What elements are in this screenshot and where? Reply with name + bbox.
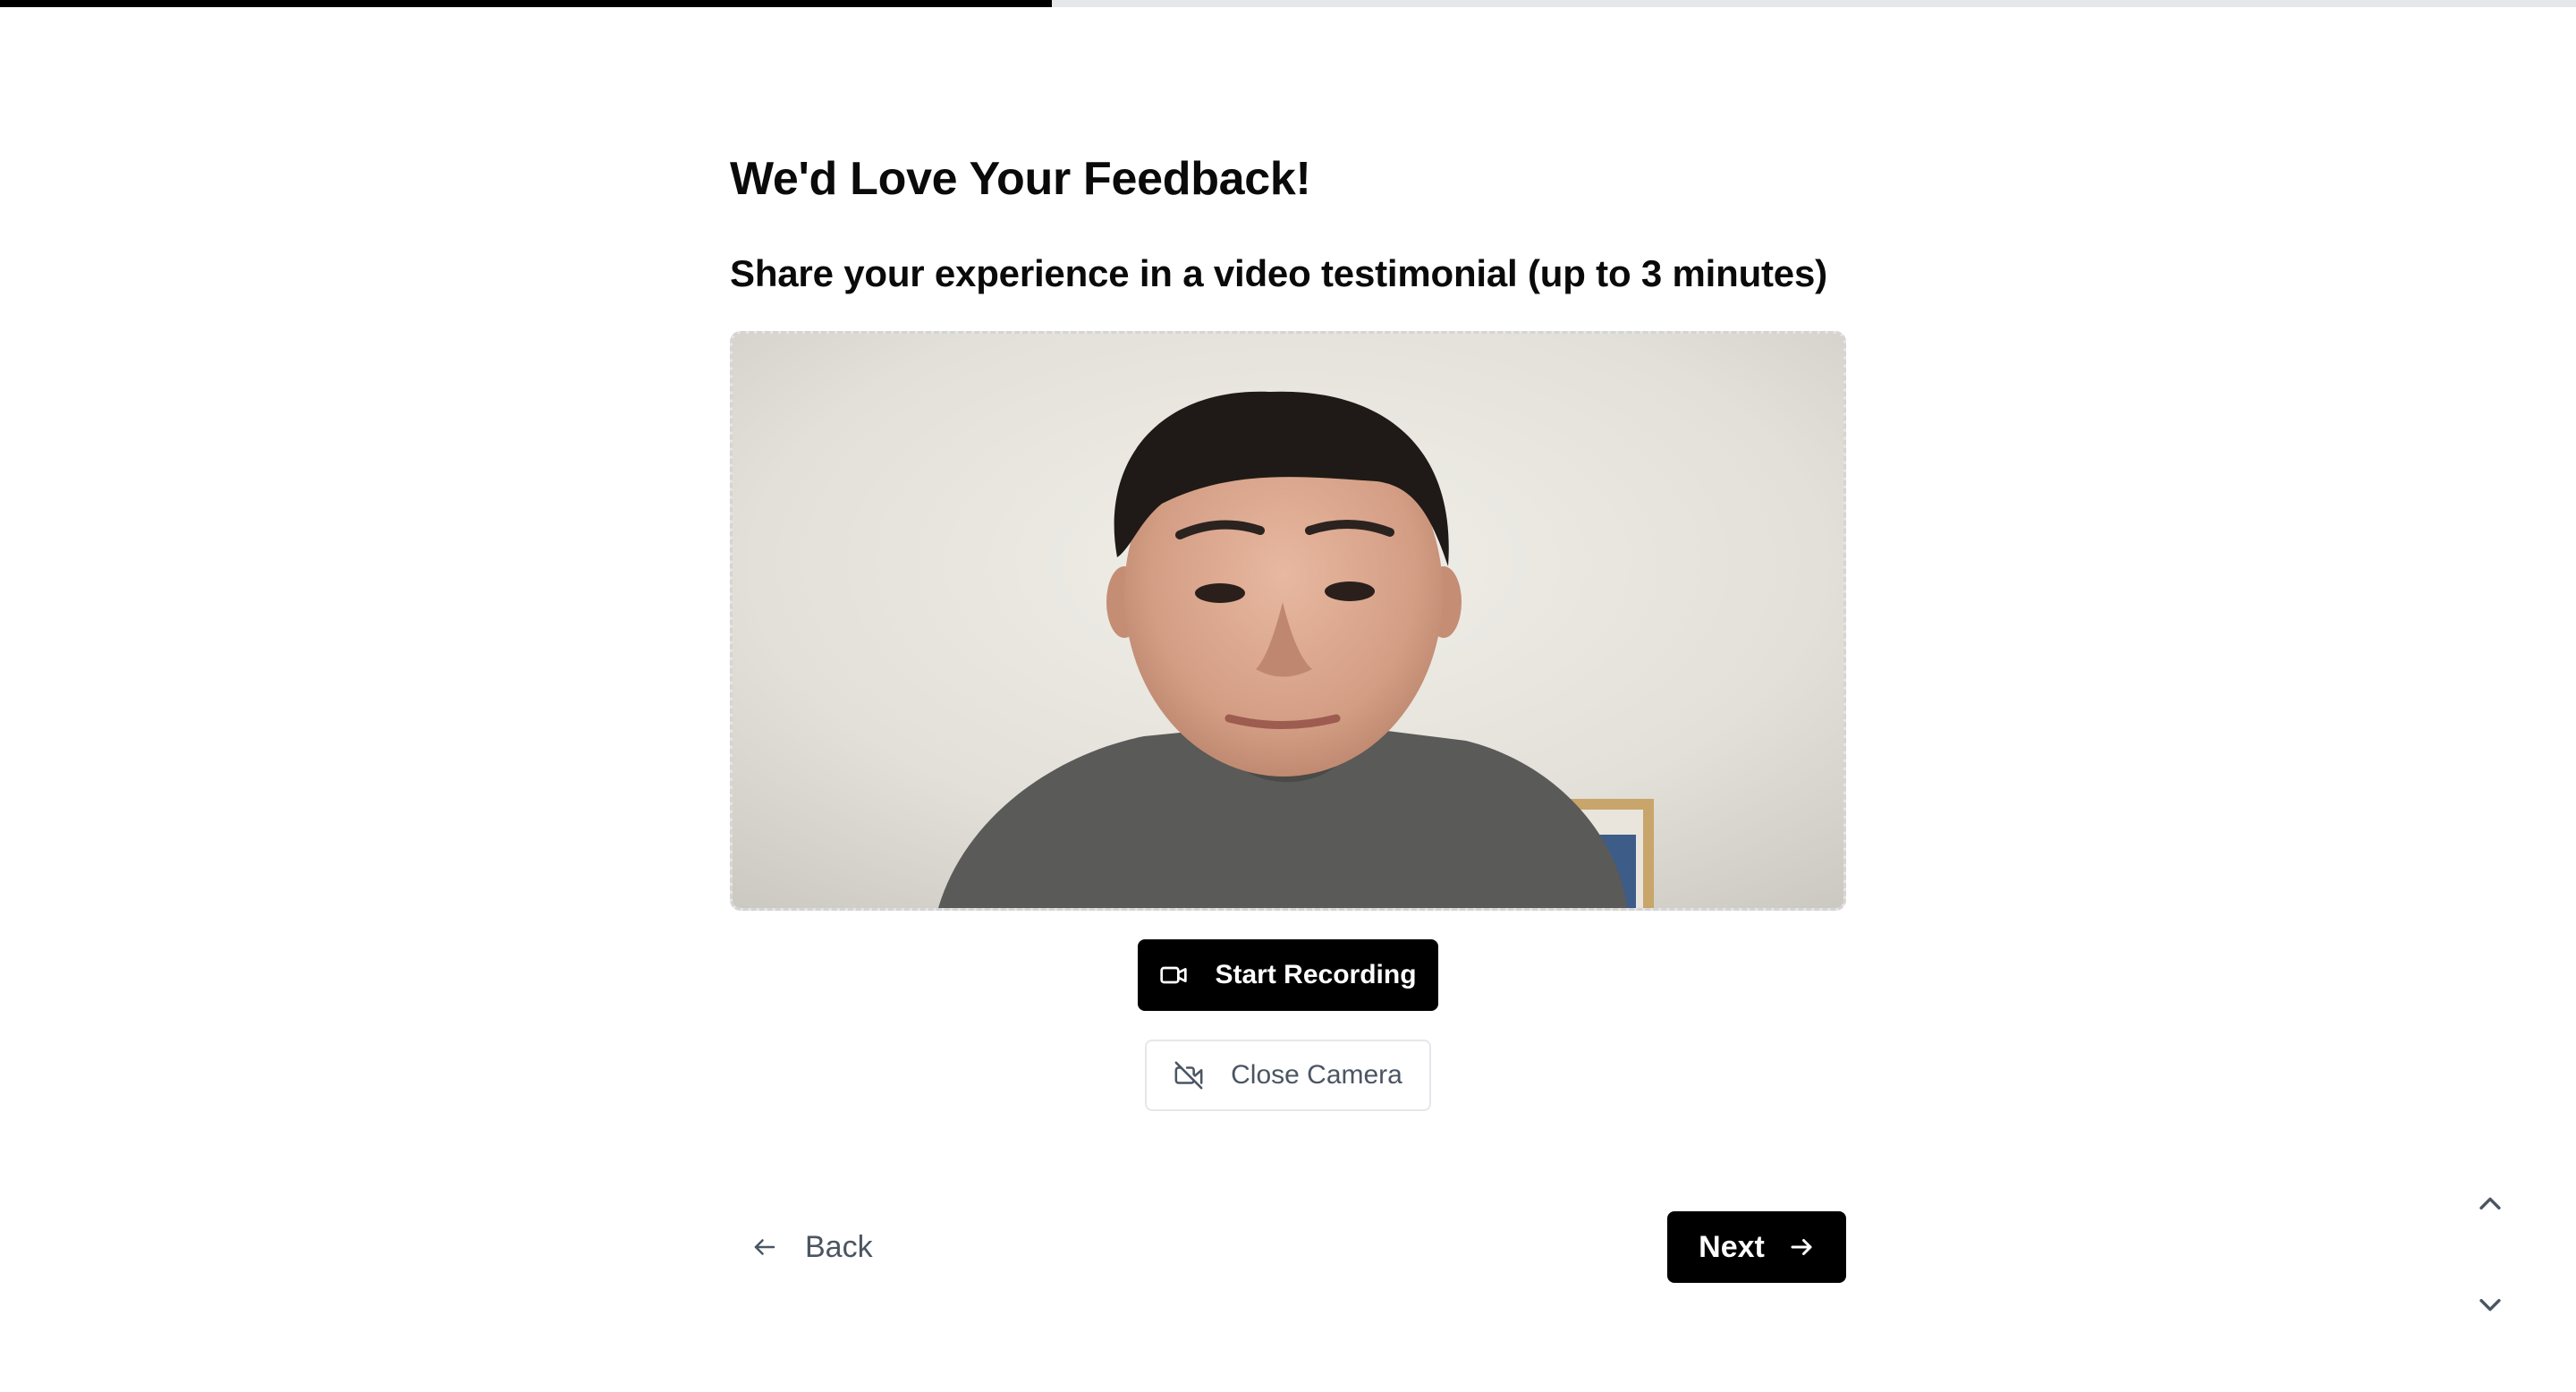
close-camera-label: Close Camera — [1231, 1060, 1402, 1090]
chevron-down-icon — [2475, 1289, 2505, 1324]
back-button[interactable]: Back — [751, 1213, 873, 1281]
start-recording-label: Start Recording — [1215, 960, 1417, 989]
video-camera-icon — [1159, 961, 1188, 989]
video-off-icon — [1174, 1060, 1204, 1091]
scroll-down-button[interactable] — [2469, 1285, 2512, 1328]
camera-preview-image — [733, 334, 1843, 908]
scroll-up-button[interactable] — [2469, 1184, 2512, 1227]
chevron-up-icon — [2475, 1189, 2505, 1224]
back-label: Back — [805, 1229, 873, 1264]
form-header: We'd Love Your Feedback! Share your expe… — [730, 152, 1846, 295]
arrow-right-icon — [1788, 1234, 1815, 1260]
start-recording-button[interactable]: Start Recording — [1138, 939, 1438, 1011]
close-camera-button[interactable]: Close Camera — [1145, 1040, 1431, 1111]
progress-bar — [0, 0, 2576, 7]
next-label: Next — [1699, 1229, 1765, 1264]
camera-preview — [730, 331, 1846, 911]
question-text: Share your experience in a video testimo… — [730, 252, 1827, 294]
arrow-left-icon — [751, 1234, 778, 1260]
next-button[interactable]: Next — [1667, 1211, 1846, 1283]
progress-bar-fill — [0, 0, 1052, 7]
page-title: We'd Love Your Feedback! — [730, 153, 1311, 205]
